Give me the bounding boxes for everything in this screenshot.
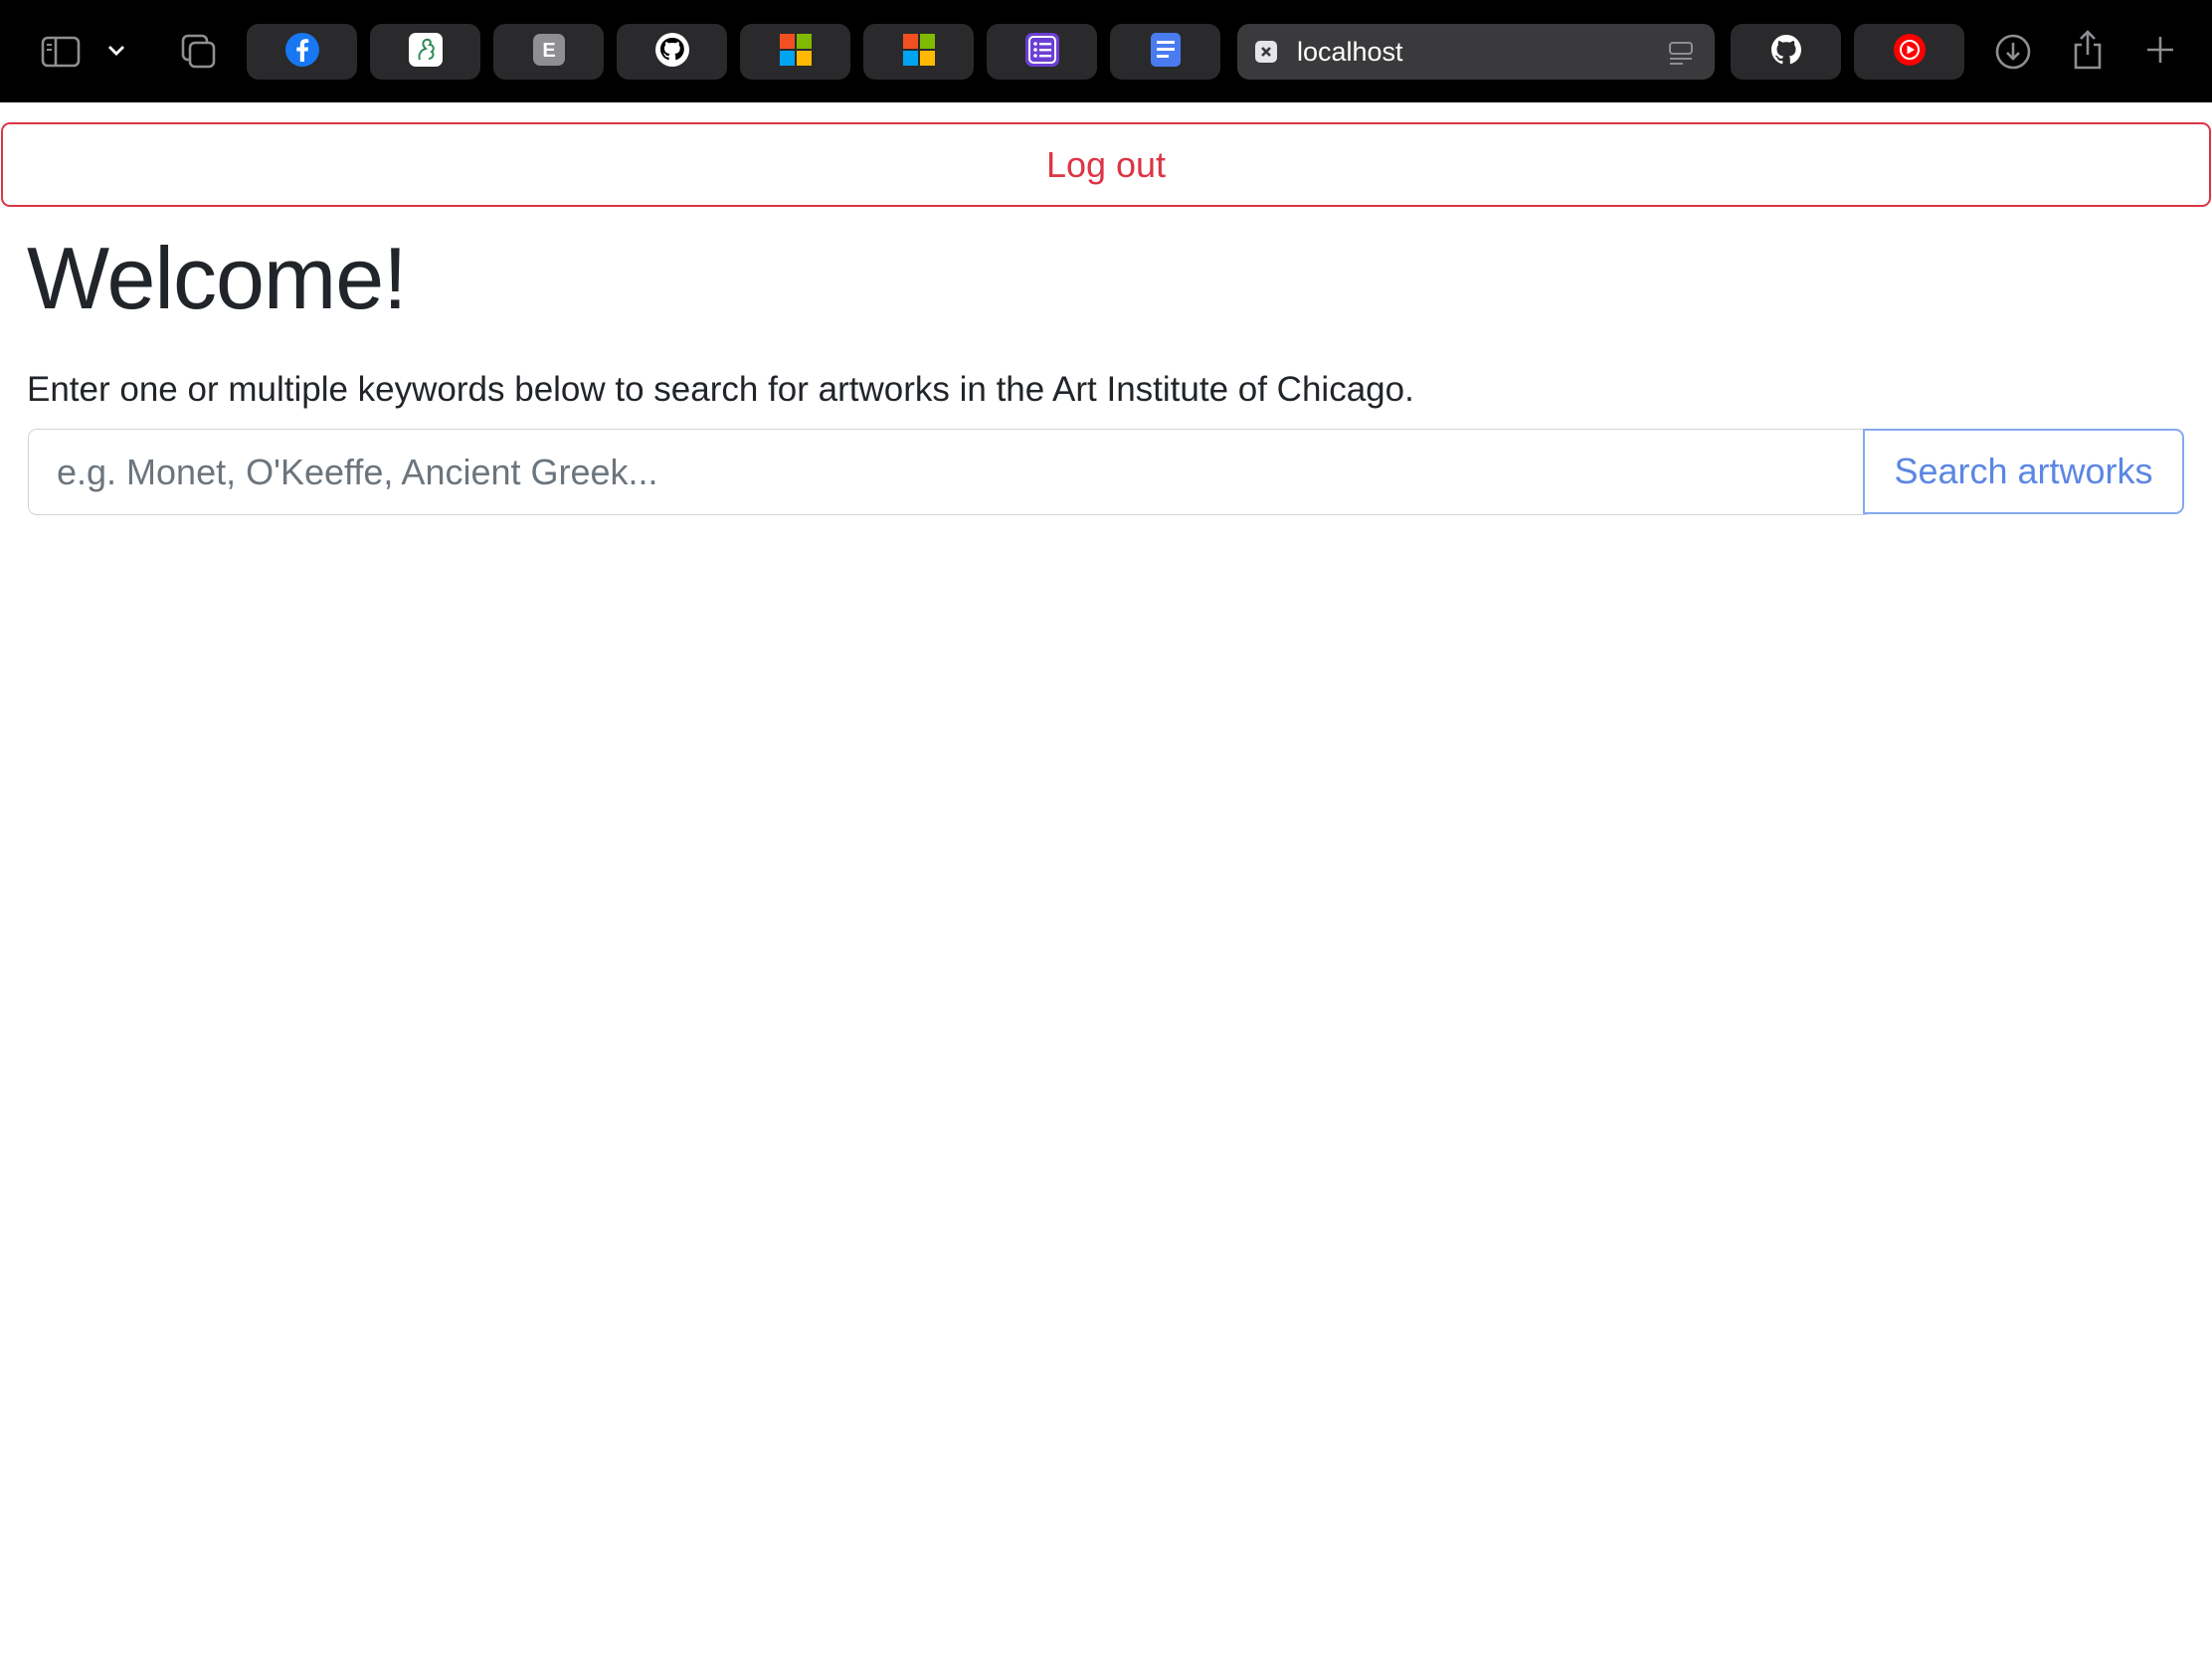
- youtube-music-icon: [1892, 32, 1928, 73]
- search-input[interactable]: [28, 429, 1867, 515]
- search-instructions: Enter one or multiple keywords below to …: [27, 370, 1414, 409]
- tab-github-2[interactable]: [1731, 24, 1841, 80]
- tab-dragon[interactable]: [370, 24, 480, 80]
- microsoft-icon: [902, 33, 936, 72]
- list-app-icon: [1024, 32, 1060, 73]
- tab-active-localhost[interactable]: localhost: [1237, 24, 1715, 80]
- tab-list-app[interactable]: [987, 24, 1097, 80]
- address-bar-url[interactable]: localhost: [1297, 38, 1403, 66]
- letter-e-icon: E: [532, 33, 566, 72]
- share-icon[interactable]: [2069, 28, 2107, 72]
- sidebar-toggle-icon[interactable]: [40, 34, 82, 70]
- download-icon[interactable]: [1993, 32, 2033, 72]
- dragon-icon: [408, 32, 444, 73]
- tab-microsoft-2[interactable]: [863, 24, 974, 80]
- new-tab-icon[interactable]: [2142, 32, 2178, 68]
- svg-text:E: E: [542, 40, 555, 62]
- tab-docs[interactable]: [1110, 24, 1220, 80]
- docs-icon: [1148, 32, 1184, 73]
- chevron-down-icon[interactable]: [103, 38, 129, 64]
- tab-facebook[interactable]: [247, 24, 357, 80]
- close-tab-icon[interactable]: [1255, 41, 1277, 63]
- tab-e[interactable]: E: [493, 24, 604, 80]
- search-artworks-button[interactable]: Search artworks: [1863, 429, 2184, 514]
- reader-view-icon[interactable]: [1667, 40, 1695, 71]
- microsoft-icon: [779, 33, 813, 72]
- github-icon: [1768, 32, 1804, 73]
- tab-microsoft-1[interactable]: [740, 24, 850, 80]
- page-title: Welcome!: [27, 229, 408, 327]
- tab-github[interactable]: [617, 24, 727, 80]
- logout-button[interactable]: Log out: [1, 122, 2211, 207]
- browser-toolbar: E localhost: [0, 0, 2212, 102]
- facebook-icon: [284, 32, 320, 73]
- tab-overview-icon[interactable]: [179, 32, 217, 70]
- github-icon: [654, 32, 690, 73]
- tab-youtube-music[interactable]: [1854, 24, 1964, 80]
